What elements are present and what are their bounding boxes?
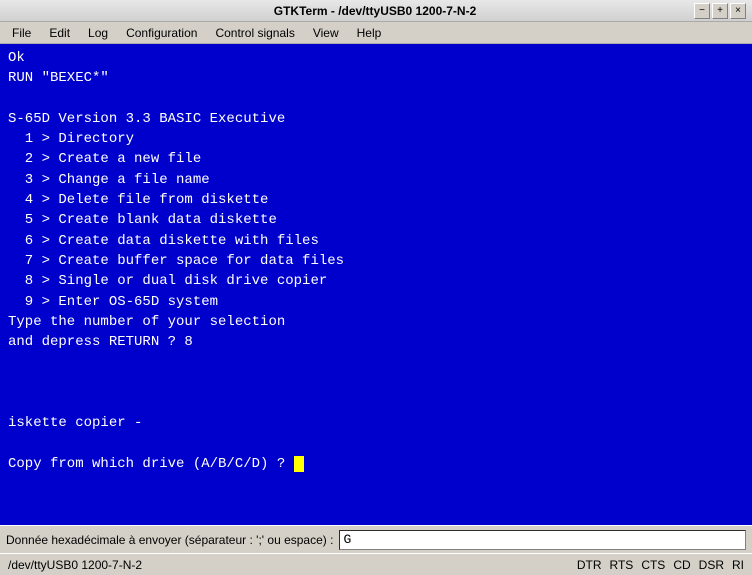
signal-indicators: DTR RTS CTS CD DSR RI [577, 558, 744, 572]
window-controls: − + × [694, 3, 746, 19]
menu-item-edit[interactable]: Edit [41, 24, 78, 42]
terminal-line: 7 > Create buffer space for data files [8, 253, 344, 269]
statusbar: /dev/ttyUSB0 1200-7-N-2 DTR RTS CTS CD DSR RI [0, 553, 752, 575]
terminal-line: S-65D Version 3.3 BASIC Executive [8, 111, 285, 127]
terminal-output: Ok RUN "BEXEC*" S-65D Version 3.3 BASIC … [0, 44, 752, 525]
menu-item-configuration[interactable]: Configuration [118, 24, 205, 42]
inputbar: Donnée hexadécimale à envoyer (séparateu… [0, 525, 752, 553]
terminal-line: RUN "BEXEC*" [8, 70, 109, 86]
titlebar: GTKTerm - /dev/ttyUSB0 1200-7-N-2 − + × [0, 0, 752, 22]
terminal-line: Type the number of your selection [8, 314, 285, 330]
terminal-line: 8 > Single or dual disk drive copier [8, 273, 327, 289]
signal-dtr: DTR [577, 558, 602, 572]
hex-input[interactable] [339, 530, 746, 550]
terminal-line: 9 > Enter OS-65D system [8, 294, 218, 310]
menubar: FileEditLogConfigurationControl signalsV… [0, 22, 752, 44]
close-button[interactable]: × [730, 3, 746, 19]
signal-cd: CD [673, 558, 690, 572]
terminal-line: Copy from which drive (A/B/C/D) ? [8, 456, 294, 472]
inputbar-label: Donnée hexadécimale à envoyer (séparateu… [6, 533, 333, 547]
signal-ri: RI [732, 558, 744, 572]
port-label: /dev/ttyUSB0 1200-7-N-2 [8, 558, 142, 572]
terminal-line: 1 > Directory [8, 131, 134, 147]
menu-item-control-signals[interactable]: Control signals [207, 24, 302, 42]
terminal-line: 6 > Create data diskette with files [8, 233, 319, 249]
terminal-line: 3 > Change a file name [8, 172, 210, 188]
menu-item-log[interactable]: Log [80, 24, 116, 42]
terminal-line: 2 > Create a new file [8, 151, 201, 167]
terminal-line: Ok [8, 50, 25, 66]
menu-item-help[interactable]: Help [349, 24, 390, 42]
menu-item-file[interactable]: File [4, 24, 39, 42]
signal-rts: RTS [610, 558, 634, 572]
terminal-line: 4 > Delete file from diskette [8, 192, 268, 208]
signal-dsr: DSR [699, 558, 724, 572]
menu-item-view[interactable]: View [305, 24, 347, 42]
window-title: GTKTerm - /dev/ttyUSB0 1200-7-N-2 [56, 4, 694, 18]
minimize-button[interactable]: − [694, 3, 710, 19]
terminal-line: 5 > Create blank data diskette [8, 212, 277, 228]
signal-cts: CTS [641, 558, 665, 572]
terminal-line: and depress RETURN ? 8 [8, 334, 193, 350]
terminal-cursor [294, 456, 304, 472]
maximize-button[interactable]: + [712, 3, 728, 19]
terminal-line: iskette copier - [8, 415, 142, 431]
